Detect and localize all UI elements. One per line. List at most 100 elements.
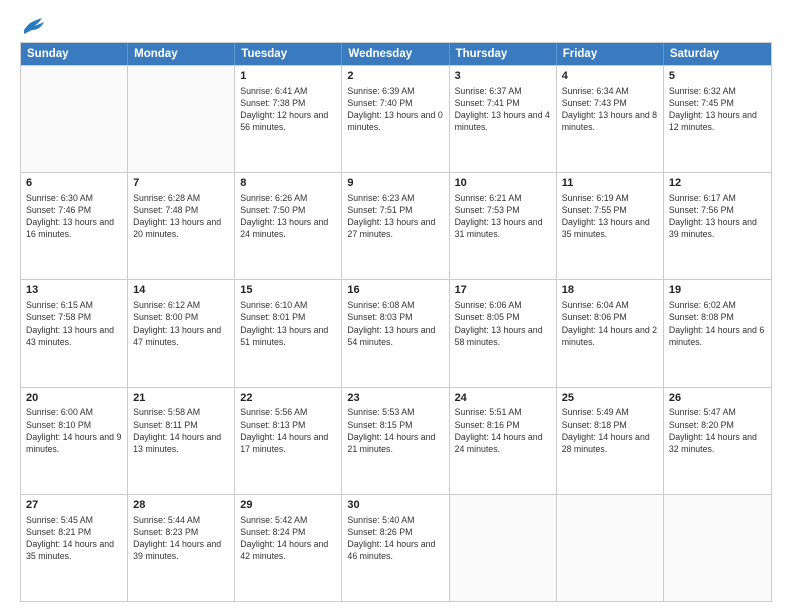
logo <box>20 16 44 34</box>
cal-cell <box>557 495 664 601</box>
cal-day-number: 8 <box>240 176 336 191</box>
cal-cell: 1Sunrise: 6:41 AM Sunset: 7:38 PM Daylig… <box>235 66 342 172</box>
cal-cell <box>664 495 771 601</box>
cal-day-number: 16 <box>347 283 443 298</box>
cal-day-number: 30 <box>347 498 443 513</box>
cal-day-info: Sunrise: 6:00 AM Sunset: 8:10 PM Dayligh… <box>26 406 122 455</box>
cal-header-wednesday: Wednesday <box>342 43 449 65</box>
cal-day-info: Sunrise: 6:10 AM Sunset: 8:01 PM Dayligh… <box>240 299 336 348</box>
cal-day-number: 18 <box>562 283 658 298</box>
cal-cell: 16Sunrise: 6:08 AM Sunset: 8:03 PM Dayli… <box>342 280 449 386</box>
cal-day-number: 22 <box>240 391 336 406</box>
cal-day-number: 13 <box>26 283 122 298</box>
cal-cell: 24Sunrise: 5:51 AM Sunset: 8:16 PM Dayli… <box>450 388 557 494</box>
page: SundayMondayTuesdayWednesdayThursdayFrid… <box>0 0 792 612</box>
cal-cell: 15Sunrise: 6:10 AM Sunset: 8:01 PM Dayli… <box>235 280 342 386</box>
cal-day-number: 15 <box>240 283 336 298</box>
cal-day-info: Sunrise: 6:21 AM Sunset: 7:53 PM Dayligh… <box>455 192 551 241</box>
cal-day-number: 11 <box>562 176 658 191</box>
cal-day-info: Sunrise: 6:15 AM Sunset: 7:58 PM Dayligh… <box>26 299 122 348</box>
cal-day-info: Sunrise: 5:56 AM Sunset: 8:13 PM Dayligh… <box>240 406 336 455</box>
cal-day-number: 6 <box>26 176 122 191</box>
cal-day-number: 9 <box>347 176 443 191</box>
cal-cell: 28Sunrise: 5:44 AM Sunset: 8:23 PM Dayli… <box>128 495 235 601</box>
cal-week-3: 13Sunrise: 6:15 AM Sunset: 7:58 PM Dayli… <box>21 279 771 386</box>
cal-day-info: Sunrise: 6:30 AM Sunset: 7:46 PM Dayligh… <box>26 192 122 241</box>
logo-bird-icon <box>22 16 44 34</box>
cal-cell: 19Sunrise: 6:02 AM Sunset: 8:08 PM Dayli… <box>664 280 771 386</box>
cal-day-number: 26 <box>669 391 766 406</box>
cal-cell <box>21 66 128 172</box>
cal-cell: 22Sunrise: 5:56 AM Sunset: 8:13 PM Dayli… <box>235 388 342 494</box>
cal-day-number: 4 <box>562 69 658 84</box>
cal-day-number: 25 <box>562 391 658 406</box>
cal-cell: 8Sunrise: 6:26 AM Sunset: 7:50 PM Daylig… <box>235 173 342 279</box>
calendar-header: SundayMondayTuesdayWednesdayThursdayFrid… <box>21 43 771 65</box>
cal-day-info: Sunrise: 6:02 AM Sunset: 8:08 PM Dayligh… <box>669 299 766 348</box>
calendar-body: 1Sunrise: 6:41 AM Sunset: 7:38 PM Daylig… <box>21 65 771 601</box>
cal-week-5: 27Sunrise: 5:45 AM Sunset: 8:21 PM Dayli… <box>21 494 771 601</box>
cal-day-info: Sunrise: 6:37 AM Sunset: 7:41 PM Dayligh… <box>455 85 551 134</box>
cal-day-number: 1 <box>240 69 336 84</box>
cal-day-info: Sunrise: 5:45 AM Sunset: 8:21 PM Dayligh… <box>26 514 122 563</box>
cal-day-number: 10 <box>455 176 551 191</box>
cal-day-info: Sunrise: 6:28 AM Sunset: 7:48 PM Dayligh… <box>133 192 229 241</box>
header <box>20 16 772 34</box>
cal-cell: 23Sunrise: 5:53 AM Sunset: 8:15 PM Dayli… <box>342 388 449 494</box>
cal-week-2: 6Sunrise: 6:30 AM Sunset: 7:46 PM Daylig… <box>21 172 771 279</box>
cal-cell <box>128 66 235 172</box>
cal-day-number: 2 <box>347 69 443 84</box>
cal-day-info: Sunrise: 5:53 AM Sunset: 8:15 PM Dayligh… <box>347 406 443 455</box>
cal-day-info: Sunrise: 6:39 AM Sunset: 7:40 PM Dayligh… <box>347 85 443 134</box>
cal-day-info: Sunrise: 6:34 AM Sunset: 7:43 PM Dayligh… <box>562 85 658 134</box>
cal-header-monday: Monday <box>128 43 235 65</box>
cal-cell: 7Sunrise: 6:28 AM Sunset: 7:48 PM Daylig… <box>128 173 235 279</box>
cal-day-number: 23 <box>347 391 443 406</box>
cal-cell: 9Sunrise: 6:23 AM Sunset: 7:51 PM Daylig… <box>342 173 449 279</box>
cal-header-tuesday: Tuesday <box>235 43 342 65</box>
cal-cell: 2Sunrise: 6:39 AM Sunset: 7:40 PM Daylig… <box>342 66 449 172</box>
cal-cell: 14Sunrise: 6:12 AM Sunset: 8:00 PM Dayli… <box>128 280 235 386</box>
cal-day-number: 17 <box>455 283 551 298</box>
cal-header-thursday: Thursday <box>450 43 557 65</box>
cal-day-info: Sunrise: 6:06 AM Sunset: 8:05 PM Dayligh… <box>455 299 551 348</box>
cal-cell: 18Sunrise: 6:04 AM Sunset: 8:06 PM Dayli… <box>557 280 664 386</box>
cal-cell: 27Sunrise: 5:45 AM Sunset: 8:21 PM Dayli… <box>21 495 128 601</box>
cal-day-number: 5 <box>669 69 766 84</box>
cal-cell: 10Sunrise: 6:21 AM Sunset: 7:53 PM Dayli… <box>450 173 557 279</box>
cal-cell: 30Sunrise: 5:40 AM Sunset: 8:26 PM Dayli… <box>342 495 449 601</box>
cal-cell: 13Sunrise: 6:15 AM Sunset: 7:58 PM Dayli… <box>21 280 128 386</box>
cal-week-1: 1Sunrise: 6:41 AM Sunset: 7:38 PM Daylig… <box>21 65 771 172</box>
cal-cell: 3Sunrise: 6:37 AM Sunset: 7:41 PM Daylig… <box>450 66 557 172</box>
cal-day-info: Sunrise: 6:23 AM Sunset: 7:51 PM Dayligh… <box>347 192 443 241</box>
cal-day-info: Sunrise: 5:47 AM Sunset: 8:20 PM Dayligh… <box>669 406 766 455</box>
cal-day-number: 20 <box>26 391 122 406</box>
cal-day-number: 7 <box>133 176 229 191</box>
cal-day-info: Sunrise: 5:44 AM Sunset: 8:23 PM Dayligh… <box>133 514 229 563</box>
cal-cell: 21Sunrise: 5:58 AM Sunset: 8:11 PM Dayli… <box>128 388 235 494</box>
cal-day-number: 24 <box>455 391 551 406</box>
cal-day-number: 29 <box>240 498 336 513</box>
cal-cell: 20Sunrise: 6:00 AM Sunset: 8:10 PM Dayli… <box>21 388 128 494</box>
cal-header-sunday: Sunday <box>21 43 128 65</box>
cal-cell: 26Sunrise: 5:47 AM Sunset: 8:20 PM Dayli… <box>664 388 771 494</box>
cal-day-info: Sunrise: 5:40 AM Sunset: 8:26 PM Dayligh… <box>347 514 443 563</box>
cal-day-info: Sunrise: 6:17 AM Sunset: 7:56 PM Dayligh… <box>669 192 766 241</box>
cal-day-number: 28 <box>133 498 229 513</box>
cal-day-info: Sunrise: 5:49 AM Sunset: 8:18 PM Dayligh… <box>562 406 658 455</box>
cal-cell: 25Sunrise: 5:49 AM Sunset: 8:18 PM Dayli… <box>557 388 664 494</box>
cal-cell: 6Sunrise: 6:30 AM Sunset: 7:46 PM Daylig… <box>21 173 128 279</box>
cal-day-number: 27 <box>26 498 122 513</box>
cal-day-info: Sunrise: 5:58 AM Sunset: 8:11 PM Dayligh… <box>133 406 229 455</box>
cal-day-number: 19 <box>669 283 766 298</box>
cal-day-info: Sunrise: 6:08 AM Sunset: 8:03 PM Dayligh… <box>347 299 443 348</box>
cal-cell: 17Sunrise: 6:06 AM Sunset: 8:05 PM Dayli… <box>450 280 557 386</box>
cal-header-saturday: Saturday <box>664 43 771 65</box>
cal-day-info: Sunrise: 6:04 AM Sunset: 8:06 PM Dayligh… <box>562 299 658 348</box>
cal-day-info: Sunrise: 6:12 AM Sunset: 8:00 PM Dayligh… <box>133 299 229 348</box>
cal-day-number: 12 <box>669 176 766 191</box>
cal-cell <box>450 495 557 601</box>
cal-cell: 4Sunrise: 6:34 AM Sunset: 7:43 PM Daylig… <box>557 66 664 172</box>
cal-week-4: 20Sunrise: 6:00 AM Sunset: 8:10 PM Dayli… <box>21 387 771 494</box>
cal-header-friday: Friday <box>557 43 664 65</box>
